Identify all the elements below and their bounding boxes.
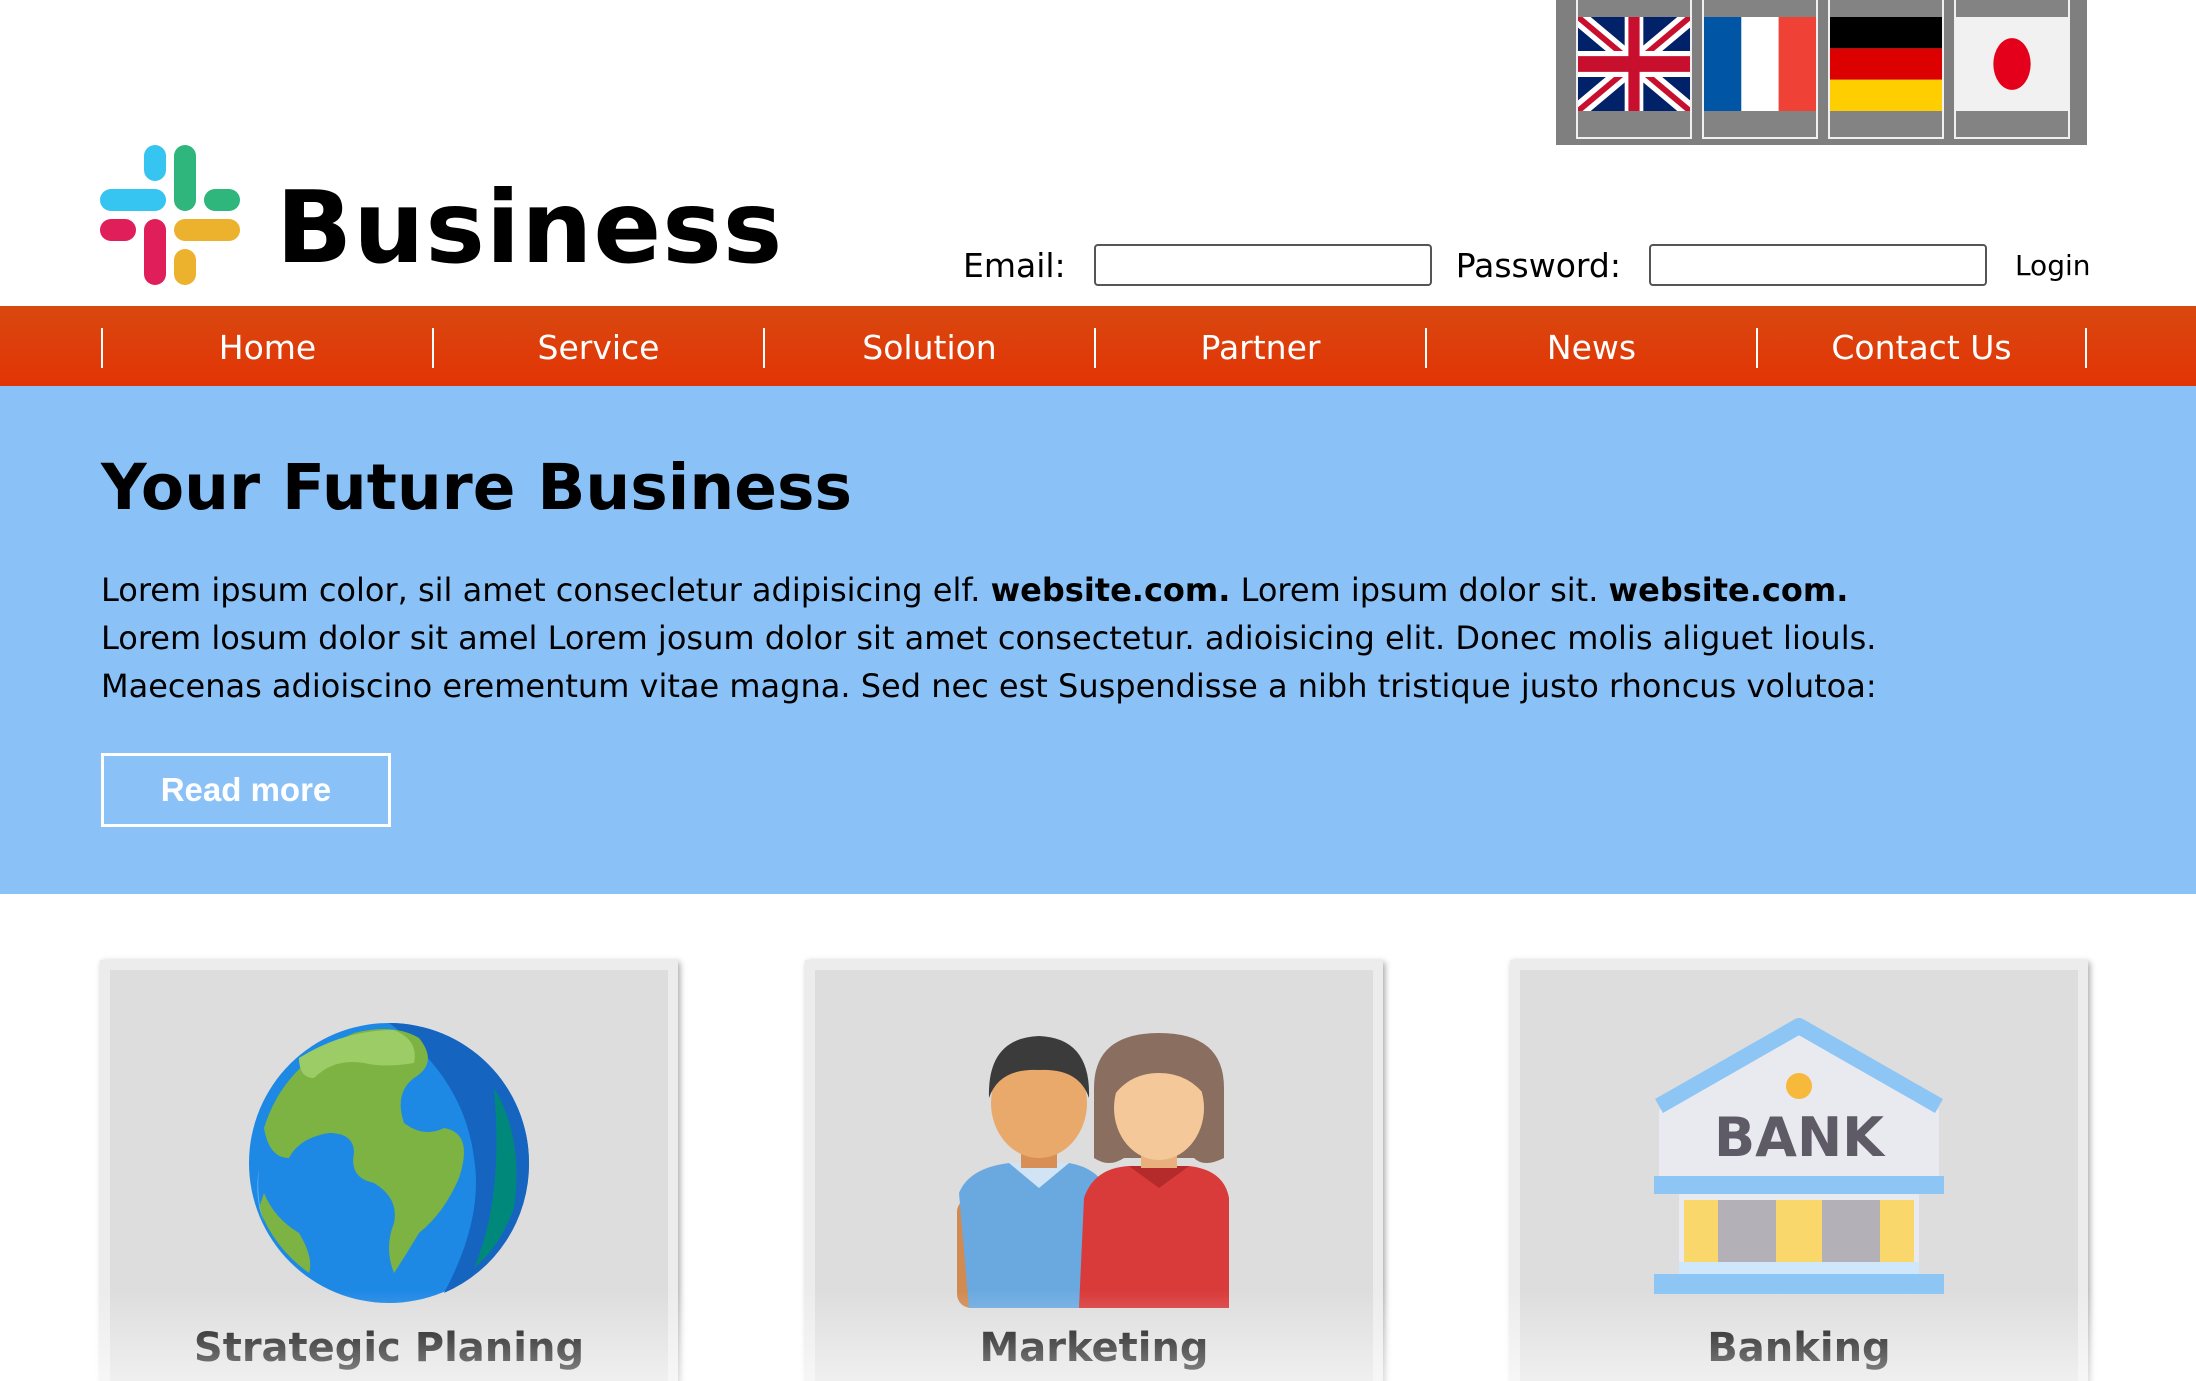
password-input[interactable]	[1648, 244, 1987, 286]
hero-line-3: Maecenas adioiscino erementum vitae magn…	[101, 667, 1877, 705]
hero-website-link-2[interactable]: website.com.	[1609, 571, 1849, 609]
nav-item-service[interactable]: Service	[432, 328, 763, 368]
uk-flag-icon[interactable]	[1578, 17, 1690, 111]
brand-name[interactable]: Business	[276, 168, 783, 288]
language-option-french[interactable]	[1702, 0, 1818, 139]
nav-item-contact-us[interactable]: Contact Us	[1756, 328, 2087, 368]
card-title: Marketing	[979, 1325, 1209, 1371]
people-icon	[949, 1018, 1239, 1308]
login-form: Email: Password: Login	[963, 240, 2091, 290]
language-selector	[1556, 0, 2087, 145]
bank-icon: BANK	[1654, 1018, 1944, 1308]
card-title: Banking	[1707, 1325, 1891, 1371]
service-card-strategic-planing[interactable]: Strategic Planing	[100, 960, 678, 1381]
card-title: Strategic Planing	[193, 1325, 585, 1371]
slack-hash-logo-icon[interactable]	[100, 145, 240, 285]
nav-item-solution[interactable]: Solution	[763, 328, 1094, 368]
bank-icon-text: BANK	[1714, 1106, 1886, 1169]
hero-paragraph: Lorem ipsum color, sil amet consecletur …	[101, 566, 1901, 710]
main-nav: Home Service Solution Partner News Conta…	[0, 306, 2196, 386]
nav-item-home[interactable]: Home	[101, 328, 432, 368]
germany-flag-icon[interactable]	[1830, 17, 1942, 111]
nav-item-news[interactable]: News	[1425, 328, 1756, 368]
language-option-german[interactable]	[1828, 0, 1944, 139]
password-label: Password:	[1455, 245, 1621, 285]
france-flag-icon[interactable]	[1704, 17, 1816, 111]
japan-flag-icon[interactable]	[1956, 17, 2068, 111]
hero-line-2: Lorem losum dolor sit amel Lorem josum d…	[101, 619, 1877, 657]
hero-line-1-part-c: Lorem ipsum dolor sit.	[1230, 571, 1609, 609]
language-option-english[interactable]	[1576, 0, 1692, 139]
hero-title: Your Future Business	[101, 451, 852, 524]
hero-section: Your Future Business Lorem ipsum color, …	[0, 386, 2196, 894]
read-more-button[interactable]: Read more	[101, 753, 391, 827]
email-label: Email:	[963, 245, 1066, 285]
nav-item-partner[interactable]: Partner	[1094, 328, 1425, 368]
service-card-banking[interactable]: BANK Banking	[1510, 960, 2088, 1381]
service-card-marketing[interactable]: Marketing	[805, 960, 1383, 1381]
email-input[interactable]	[1093, 244, 1432, 286]
login-button[interactable]: Login	[2015, 249, 2091, 282]
hero-website-link-1[interactable]: website.com.	[991, 571, 1231, 609]
globe-icon	[244, 1018, 534, 1308]
hero-line-1-part-a: Lorem ipsum color, sil amet consecletur …	[101, 571, 991, 609]
language-option-japanese[interactable]	[1954, 0, 2070, 139]
